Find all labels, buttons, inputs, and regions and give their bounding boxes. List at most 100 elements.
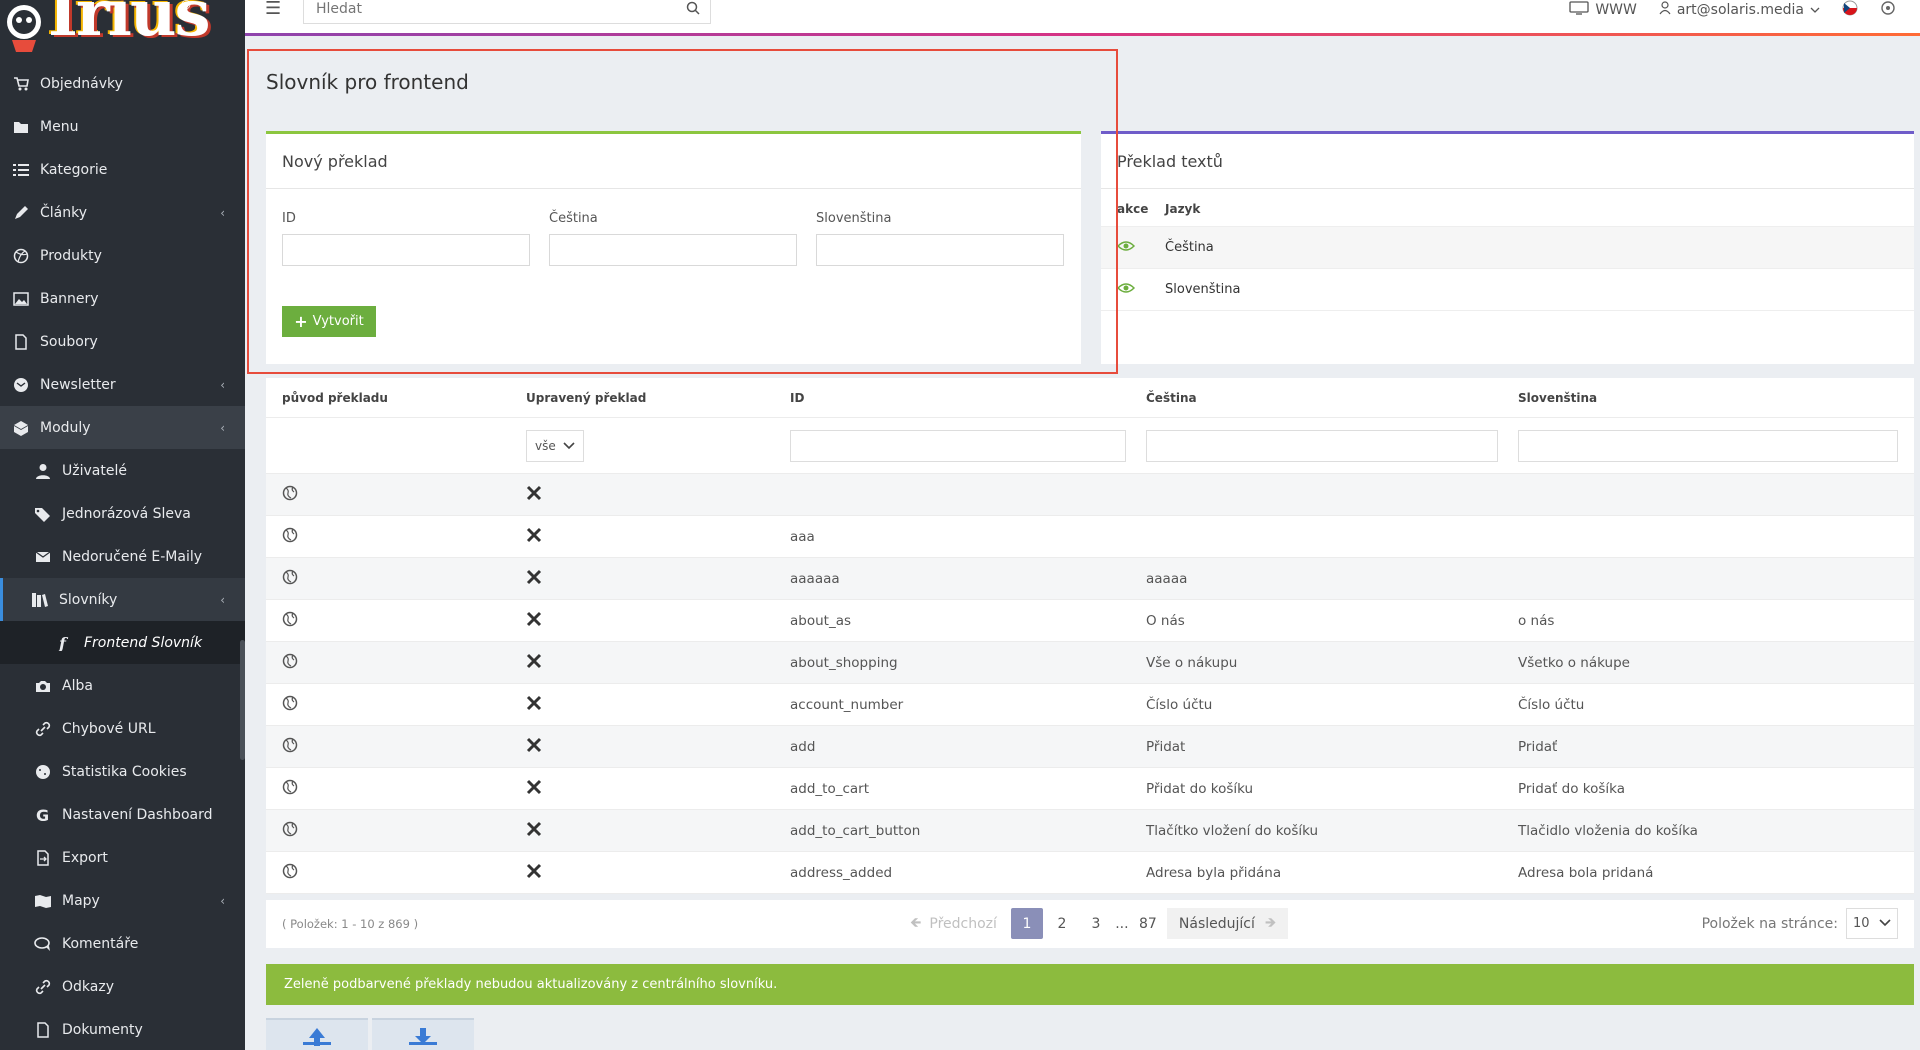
id-input[interactable] (282, 234, 530, 266)
table-row[interactable]: about_as O nás o nás (266, 600, 1914, 642)
books-icon (31, 591, 49, 609)
col-slovak[interactable]: Slovenština (1502, 391, 1914, 405)
sidebar-item-label: Uživatelé (62, 462, 127, 479)
power-icon[interactable] (1880, 0, 1896, 20)
times-icon[interactable] (526, 863, 542, 883)
mail-icon (34, 548, 52, 566)
sidebar-item[interactable]: Moduly ‹ (0, 406, 245, 449)
sidebar-item[interactable]: Export (0, 836, 245, 879)
chevron-left-icon: ‹ (220, 420, 225, 435)
language-table: akce Jazyk Čeština Slovenština (1101, 191, 1914, 311)
sidebar-item[interactable]: Objednávky (0, 62, 245, 105)
filter-czech-input[interactable] (1146, 429, 1498, 462)
times-icon[interactable] (526, 821, 542, 841)
edited-filter-select[interactable]: vše (526, 429, 584, 462)
col-id[interactable]: ID (774, 391, 1130, 405)
sidebar-item[interactable]: Uživatelé (0, 449, 245, 492)
table-row[interactable]: about_shopping Vše o nákupu Všetko o nákup… (266, 642, 1914, 684)
eye-icon[interactable] (1101, 282, 1151, 298)
sidebar-item[interactable]: Jednorázová Sleva (0, 492, 245, 535)
times-icon[interactable] (526, 695, 542, 715)
sidebar-item-label: Dokumenty (62, 1021, 143, 1038)
sidebar-item[interactable]: f Frontend Slovník (0, 621, 245, 664)
per-page-select[interactable]: 10 (1846, 908, 1898, 939)
czech-cell: O nás (1146, 612, 1185, 629)
col-czech[interactable]: Čeština (1130, 391, 1502, 405)
next-page-button[interactable]: Následující 🡺 (1166, 908, 1289, 939)
page-1-button[interactable]: 1 (1010, 908, 1043, 939)
sidebar-item[interactable]: Menu (0, 105, 245, 148)
search-icon[interactable] (686, 1, 700, 19)
sidebar-item[interactable]: Chybové URL (0, 707, 245, 750)
page-3-button[interactable]: 3 (1081, 908, 1111, 939)
language-row: Čeština (1101, 227, 1914, 269)
logo[interactable]: Irius ® (0, 0, 245, 62)
sidebar-item[interactable]: Produkty (0, 234, 245, 277)
table-row[interactable] (266, 474, 1914, 516)
times-icon[interactable] (526, 485, 542, 505)
search-input[interactable] (304, 0, 664, 20)
language-flag-icon[interactable] (1842, 0, 1858, 20)
sidebar-scrollbar[interactable] (240, 640, 245, 760)
sidebar-item[interactable]: Bannery (0, 277, 245, 320)
www-link[interactable]: WWW (1569, 1, 1637, 19)
download-button[interactable] (372, 1018, 474, 1050)
sidebar-item[interactable]: Nedoručené E-Maily (0, 535, 245, 578)
table-row[interactable]: aaa (266, 516, 1914, 558)
text-translation-title: Překlad textů (1101, 134, 1914, 189)
origin-cell (266, 737, 510, 757)
sidebar-nav: Objednávky Menu Kategorie Články ‹ Produkty Ba… (0, 62, 245, 1050)
sidebar-item-label: Export (62, 849, 108, 866)
page-2-button[interactable]: 2 (1047, 908, 1077, 939)
sidebar-item[interactable]: Dokumenty (0, 1008, 245, 1050)
sidebar-item-label: Objednávky (40, 75, 123, 92)
slovak-input[interactable] (816, 234, 1064, 266)
sidebar-item[interactable]: Statistika Cookies (0, 750, 245, 793)
times-icon[interactable] (526, 569, 542, 589)
table-row[interactable]: aaaaaa aaaaa (266, 558, 1914, 600)
times-icon[interactable] (526, 737, 542, 757)
sidebar-item[interactable]: Alba (0, 664, 245, 707)
prev-page-button[interactable]: 🡸 Předchozí (900, 908, 1007, 939)
id-cell: add (790, 738, 816, 755)
table-body: aaa aaaaaa aaaaa about_as O nás o nás about_sh… (266, 474, 1914, 894)
times-icon[interactable] (526, 779, 542, 799)
table-row[interactable]: add Přidat Pridať (266, 726, 1914, 768)
filter-id-cell (774, 429, 1130, 462)
language-row: Slovenština (1101, 269, 1914, 311)
cart-icon (12, 75, 30, 93)
hamburger-menu-icon[interactable]: ☰ (265, 0, 281, 18)
col-edited[interactable]: Upravený překlad (510, 391, 774, 405)
filter-slovak-input[interactable] (1518, 429, 1898, 462)
sidebar-item[interactable]: Kategorie (0, 148, 245, 191)
table-row[interactable]: add_to_cart Přidat do košíku Pridať do koš… (266, 768, 1914, 810)
sidebar-item[interactable]: Mapy ‹ (0, 879, 245, 922)
upload-button[interactable] (266, 1018, 368, 1050)
sidebar-item[interactable]: Články ‹ (0, 191, 245, 234)
times-icon[interactable] (526, 527, 542, 547)
sidebar-item[interactable]: Odkazy (0, 965, 245, 1008)
eye-icon[interactable] (1101, 240, 1151, 256)
col-origin[interactable]: původ překladu (266, 391, 510, 405)
table-row[interactable]: account_number Číslo účtu Číslo účtu (266, 684, 1914, 726)
sidebar-item[interactable]: Newsletter ‹ (0, 363, 245, 406)
sidebar-item[interactable]: Komentáře (0, 922, 245, 965)
per-page-control: Položek na stránce: 10 (1702, 908, 1898, 939)
sidebar-item[interactable]: Slovníky ‹ (0, 578, 245, 621)
page-last-button[interactable]: 87 (1133, 908, 1163, 939)
filter-id-input[interactable] (790, 429, 1126, 462)
table-row[interactable]: address_added Adresa byla přidána Adresa b… (266, 852, 1914, 894)
czech-input[interactable] (549, 234, 797, 266)
times-icon[interactable] (526, 611, 542, 631)
create-button[interactable]: + Vytvořit (282, 306, 376, 337)
slovak-label: Slovenština (816, 211, 892, 226)
sidebar-item[interactable]: Soubory (0, 320, 245, 363)
table-row[interactable]: add_to_cart_button Tlačítko vložení do ko… (266, 810, 1914, 852)
search-box (303, 0, 711, 24)
origin-cell (266, 527, 510, 547)
sidebar-item[interactable]: G Nastavení Dashboard (0, 793, 245, 836)
times-icon[interactable] (526, 653, 542, 673)
edited-cell (510, 779, 774, 799)
user-menu[interactable]: art@solaris.media (1659, 1, 1820, 19)
globe-icon (282, 569, 298, 589)
